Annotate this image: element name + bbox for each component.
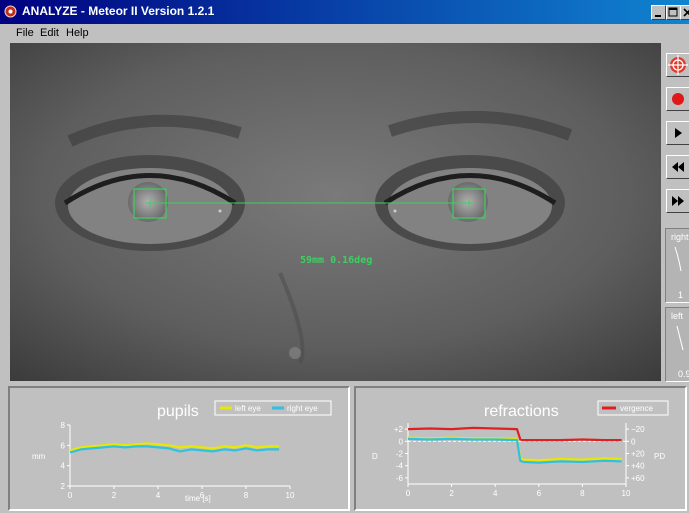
tool-panel: right 1 left 0.9 xyxy=(662,43,689,383)
pupils-x-tick-label: 6 xyxy=(200,491,205,500)
refractions-y2-tick-label: +20 xyxy=(631,450,645,459)
minimize-icon xyxy=(655,15,661,17)
refractions-y2-tick-label: +40 xyxy=(631,462,645,471)
title-bar[interactable]: ANALYZE - Meteor II Version 1.2.1 xyxy=(0,0,689,24)
close-button[interactable] xyxy=(680,5,689,20)
refractions-x-tick-label: 4 xyxy=(493,489,498,498)
pupils-y-tick-label: 8 xyxy=(61,421,66,430)
distance-readout: 59mm 0.16deg xyxy=(300,255,373,266)
refractions-x-tick-label: 8 xyxy=(580,489,585,498)
refractions-chart-panel: refractions vergence D PD 0 2 4 6 8 10 -6 +60 -4… xyxy=(354,386,687,511)
pupils-chart[interactable]: pupils left eye right eye mm time [s] 02… xyxy=(10,388,348,509)
right-eye-thumbnail[interactable]: right 1 xyxy=(665,228,689,303)
minimize-button[interactable] xyxy=(651,5,666,20)
record-icon xyxy=(672,93,684,105)
right-thumbnail-value: 1 xyxy=(678,290,684,300)
left-thumbnail-value: 0.9 xyxy=(678,369,689,379)
refractions-x-tick-label: 0 xyxy=(406,489,411,498)
record-button[interactable] xyxy=(666,87,689,111)
pupils-y-label: mm xyxy=(32,452,46,461)
eye-video-view[interactable]: 59mm 0.16deg xyxy=(10,43,661,381)
legend-label-right-eye: right eye xyxy=(287,404,318,413)
legend-label-left-eye: left eye xyxy=(235,404,261,413)
refractions-y-tick-label: -6 xyxy=(396,474,404,483)
pupils-chart-panel: pupils left eye right eye mm time [s] 02… xyxy=(8,386,350,511)
play-button[interactable] xyxy=(666,121,689,145)
fast-forward-icon xyxy=(672,196,684,206)
pupils-x-tick-label: 10 xyxy=(286,491,295,500)
app-icon xyxy=(4,5,17,18)
refractions-y-tick-label: 0 xyxy=(399,437,404,446)
menu-file[interactable]: File xyxy=(16,27,34,39)
face-image xyxy=(10,43,661,381)
refractions-chart-title: refractions xyxy=(484,403,559,420)
left-eye-thumbnail[interactable]: left 0.9 xyxy=(665,307,689,382)
refractions-y2-tick-label: +60 xyxy=(631,474,645,483)
pupils-y-tick-label: 6 xyxy=(61,441,66,450)
app-window: ANALYZE - Meteor II Version 1.2.1 File E… xyxy=(0,0,689,513)
play-icon xyxy=(675,128,682,138)
refractions-y2-tick-label: 0 xyxy=(631,437,636,446)
legend-label-vergence: vergence xyxy=(620,404,653,413)
maximize-button[interactable] xyxy=(666,5,681,20)
close-icon xyxy=(683,8,689,17)
refractions-x-tick-label: 2 xyxy=(449,489,454,498)
refractions-y-tick-label: +2 xyxy=(394,425,404,434)
refractions-chart[interactable]: refractions vergence D PD 0 2 4 6 8 10 -6 +60 -4… xyxy=(356,388,685,509)
menu-bar: File Edit Help xyxy=(0,24,689,42)
refractions-x-tick-label: 10 xyxy=(622,489,631,498)
refractions-y-tick-label: -4 xyxy=(396,462,404,471)
pupils-x-tick-label: 2 xyxy=(112,491,117,500)
refractions-y2-label: PD xyxy=(654,452,665,461)
rewind-button[interactable] xyxy=(666,155,689,179)
rewind-icon xyxy=(672,162,684,172)
window-title: ANALYZE - Meteor II Version 1.2.1 xyxy=(22,4,215,18)
pupils-x-label: time [s] xyxy=(185,494,211,503)
target-icon xyxy=(668,55,688,75)
fast-forward-button[interactable] xyxy=(666,189,689,213)
pupils-x-tick-label: 4 xyxy=(156,491,161,500)
pupils-x-tick-label: 0 xyxy=(68,491,73,500)
refractions-y2-tick-label: −20 xyxy=(631,425,645,434)
maximize-icon xyxy=(668,7,678,17)
pupils-y-tick-label: 2 xyxy=(61,482,66,491)
pupils-chart-title: pupils xyxy=(157,403,199,420)
refractions-x-tick-label: 6 xyxy=(537,489,542,498)
refractions-y-label: D xyxy=(372,452,378,461)
pupils-y-tick-label: 4 xyxy=(61,462,66,471)
refractions-y-tick-label: -2 xyxy=(396,450,404,459)
menu-help[interactable]: Help xyxy=(66,27,89,39)
pupils-x-tick-label: 8 xyxy=(244,491,249,500)
target-button[interactable] xyxy=(666,53,689,77)
menu-edit[interactable]: Edit xyxy=(40,27,59,39)
